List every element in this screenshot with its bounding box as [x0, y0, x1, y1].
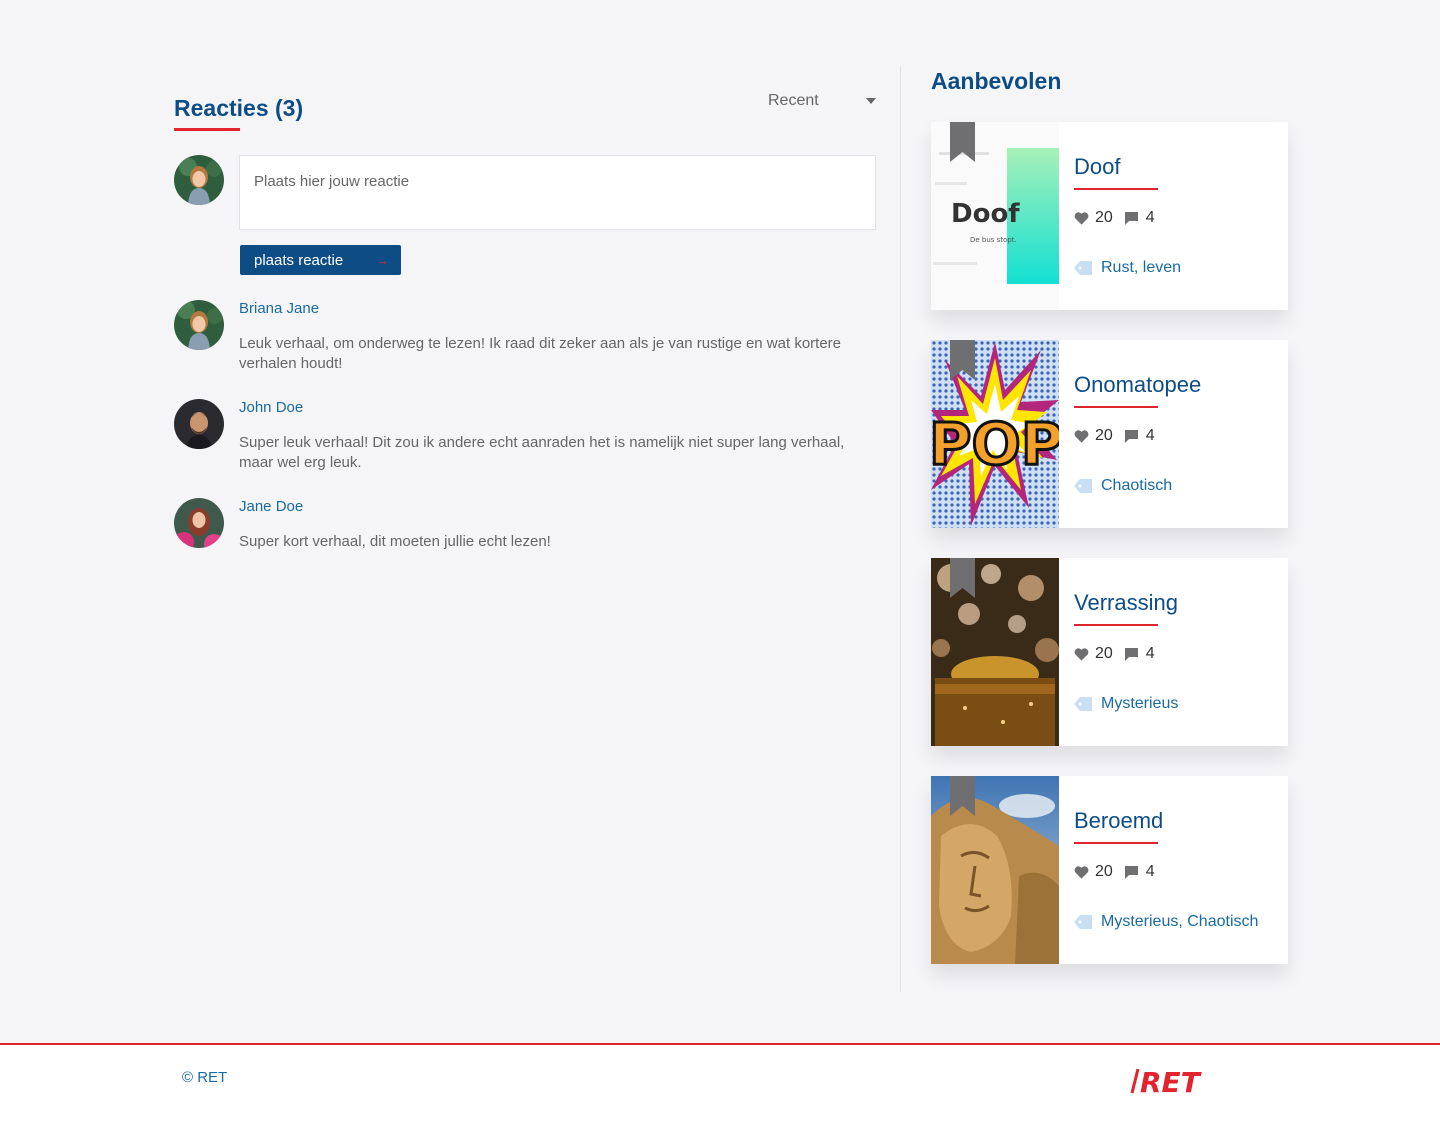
comments-count: 4 — [1145, 427, 1155, 444]
comments-count: 4 — [1145, 863, 1155, 880]
tag-icon — [1074, 479, 1092, 493]
bookmark-icon[interactable] — [950, 776, 975, 816]
recommended-card[interactable]: Verrassing 20 4 Mysterieus — [931, 558, 1288, 746]
copyright-text: © RET — [182, 1069, 228, 1086]
caret-down-icon — [866, 98, 876, 104]
card-title: Doof — [1074, 154, 1121, 179]
heart-icon[interactable] — [1074, 211, 1089, 225]
sort-dropdown[interactable]: Recent — [768, 90, 876, 112]
comment-icon[interactable] — [1124, 429, 1138, 443]
comment-icon[interactable] — [1124, 647, 1138, 661]
comment-icon[interactable] — [1124, 865, 1138, 879]
arrow-right-icon: → — [376, 252, 389, 268]
card-title: Beroemd — [1074, 808, 1164, 833]
logo-text: RET — [1140, 1066, 1202, 1097]
comments-title: Reacties (3) — [174, 95, 304, 121]
comment-text: Super kort verhaal, dit moeten jullie ec… — [239, 533, 551, 550]
tags-text[interactable]: Rust, leven — [1101, 259, 1181, 277]
card-tags: Rust, leven — [1074, 259, 1181, 277]
tags-text[interactable]: Mysterieus, Chaotisch — [1101, 913, 1258, 931]
card-title: Verrassing — [1074, 590, 1178, 615]
avatar — [174, 300, 224, 350]
tags-text[interactable]: Chaotisch — [1101, 477, 1172, 495]
card-underline — [1074, 842, 1158, 844]
avatar — [174, 498, 224, 548]
thumb-title: POP — [931, 410, 1059, 478]
comment-author[interactable]: John Doe — [239, 399, 303, 416]
likes-count: 20 — [1095, 645, 1113, 662]
likes-count: 20 — [1095, 863, 1113, 880]
tag-icon — [1074, 261, 1092, 275]
current-user-avatar — [174, 155, 224, 205]
card-underline — [1074, 188, 1158, 190]
comment-text: Super leuk verhaal! Dit zou ik andere ec… — [239, 434, 845, 471]
avatar — [174, 399, 224, 449]
reply-input[interactable] — [239, 155, 876, 230]
card-underline — [1074, 624, 1158, 626]
card-stats: 20 4 — [1074, 645, 1155, 663]
heart-icon[interactable] — [1074, 647, 1089, 661]
card-tags: Chaotisch — [1074, 477, 1172, 495]
tags-text[interactable]: Mysterieus — [1101, 695, 1178, 713]
recommended-card[interactable]: Beroemd 20 4 Mysterieus, Chaotisch — [931, 776, 1288, 964]
footer: © RET RET — [0, 1043, 1440, 1134]
heart-icon[interactable] — [1074, 865, 1089, 879]
sort-selected-label: Recent — [768, 92, 819, 109]
tag-icon — [1074, 915, 1092, 929]
heart-icon[interactable] — [1074, 429, 1089, 443]
likes-count: 20 — [1095, 209, 1113, 226]
bookmark-icon[interactable] — [950, 340, 975, 380]
ret-logo[interactable]: RET — [1130, 1065, 1210, 1097]
column-divider — [900, 66, 901, 992]
comment-author[interactable]: Jane Doe — [239, 498, 303, 515]
likes-count: 20 — [1095, 427, 1113, 444]
submit-comment-label: plaats reactie — [254, 251, 344, 269]
bookmark-icon[interactable] — [950, 558, 975, 598]
submit-comment-button[interactable]: plaats reactie → — [240, 245, 401, 275]
comments-count: 4 — [1145, 209, 1155, 226]
comment-text: Leuk verhaal, om onderweg te lezen! Ik r… — [239, 335, 841, 372]
card-underline — [1074, 406, 1158, 408]
title-underline — [174, 128, 240, 131]
card-tags: Mysterieus — [1074, 695, 1178, 713]
comment-item: Briana Jane Leuk verhaal, om onderweg te… — [174, 298, 876, 388]
thumb-subtitle: De bus stopt. — [970, 236, 1017, 244]
recommended-card[interactable]: POP Onomatopee 20 4 Chaotisch — [931, 340, 1288, 528]
bookmark-icon[interactable] — [950, 122, 975, 162]
recommended-card[interactable]: Doof De bus stopt. Doof 20 4 Rust, leven — [931, 122, 1288, 310]
comment-icon[interactable] — [1124, 211, 1138, 225]
comments-count: 4 — [1145, 645, 1155, 662]
comment-author[interactable]: Briana Jane — [239, 300, 319, 317]
card-tags: Mysterieus, Chaotisch — [1074, 913, 1258, 931]
card-stats: 20 4 — [1074, 863, 1155, 881]
thumb-title: Doof — [951, 199, 1020, 229]
card-stats: 20 4 — [1074, 427, 1155, 445]
comment-item: Jane Doe Super kort verhaal, dit moeten … — [174, 496, 876, 586]
card-title: Onomatopee — [1074, 372, 1202, 397]
recommended-title: Aanbevolen — [931, 68, 1062, 94]
tag-icon — [1074, 697, 1092, 711]
card-stats: 20 4 — [1074, 209, 1155, 227]
comment-item: John Doe Super leuk verhaal! Dit zou ik … — [174, 397, 876, 487]
